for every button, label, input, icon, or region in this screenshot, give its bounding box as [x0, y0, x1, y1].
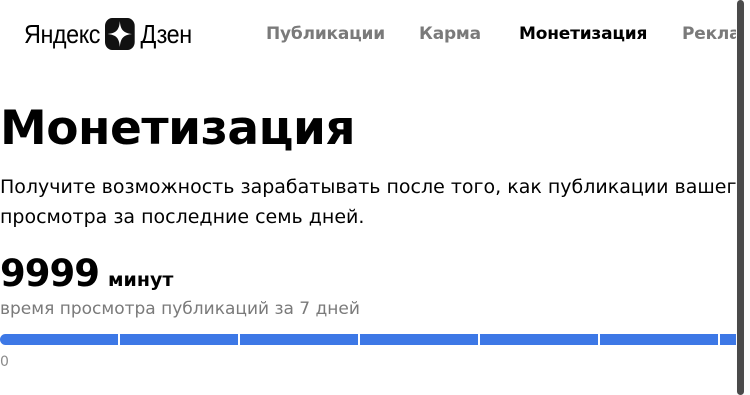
metric-caption: время просмотра публикаций за 7 дней: [0, 299, 360, 319]
progress-segment: [360, 334, 478, 345]
progress-segment: [600, 334, 718, 345]
metric-value: 9999: [0, 252, 100, 295]
progress-segment: [480, 334, 598, 345]
watch-time-progress-bar: [0, 334, 750, 345]
watch-time-metric: 9999 минут: [0, 252, 173, 295]
page: Яндекс Дзен Публикации Карма Монетизация…: [0, 0, 750, 395]
nav-item-monetization[interactable]: Монетизация: [519, 24, 647, 44]
progress-scale-min: 0: [0, 354, 9, 370]
nav-item-karma[interactable]: Карма: [419, 24, 481, 44]
page-title: Монетизация: [0, 101, 356, 156]
nav-item-publications[interactable]: Публикации: [266, 24, 385, 44]
progress-segment: [0, 334, 118, 345]
progress-segment: [240, 334, 358, 345]
metric-unit: минут: [107, 269, 174, 291]
page-description: Получите возможность зарабатывать после …: [0, 176, 750, 228]
progress-segment: [120, 334, 238, 345]
scrollbar-thumb[interactable]: [737, 0, 744, 395]
top-nav: Публикации Карма Монетизация Реклама: [0, 24, 750, 48]
